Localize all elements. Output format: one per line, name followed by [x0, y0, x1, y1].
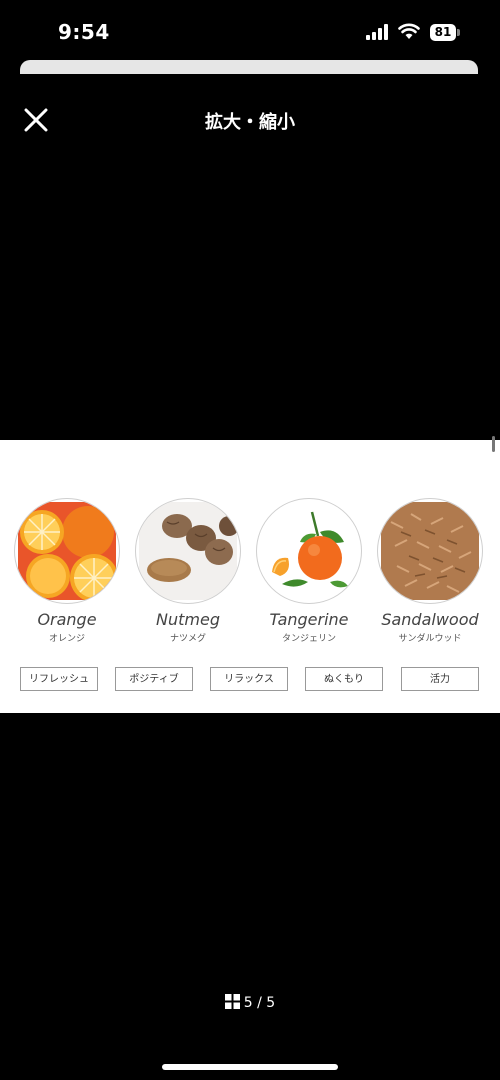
page-counter-text: 5 / 5: [243, 995, 276, 1011]
sheet-top-edge: [20, 60, 478, 74]
tag-warmth: ぬくもり: [305, 667, 383, 691]
nutmeg-icon: [135, 498, 241, 604]
scrollbar[interactable]: [492, 436, 495, 452]
page-counter[interactable]: 5 / 5: [0, 994, 500, 1011]
orange-icon: [14, 498, 120, 604]
status-time: 9:54: [58, 20, 110, 44]
home-indicator[interactable]: [162, 1064, 338, 1070]
grid-icon: [224, 994, 240, 1009]
ingredient-kana: サンダルウッド: [398, 634, 462, 644]
tag-vitality: 活力: [401, 667, 479, 691]
wifi-icon: [398, 23, 420, 39]
tag-positive: ポジティブ: [115, 667, 193, 691]
ingredient-sandalwood: Sandalwood サンダルウッド: [375, 498, 485, 644]
tag-relax: リラックス: [210, 667, 288, 691]
page-title: 拡大・縮小: [205, 112, 295, 133]
ingredient-kana: ナツメグ: [169, 634, 206, 644]
sandalwood-icon: [377, 498, 483, 604]
battery-level: 81: [430, 24, 456, 41]
ingredient-name: Tangerine: [269, 610, 349, 629]
ingredient-kana: オレンジ: [48, 634, 85, 644]
ingredient-name: Sandalwood: [381, 610, 479, 629]
ingredient-kana: タンジェリン: [281, 634, 336, 644]
tangerine-icon: [256, 498, 362, 604]
battery-icon: 81: [430, 24, 460, 41]
ingredient-name: Nutmeg: [156, 610, 220, 629]
tag-refresh: リフレッシュ: [20, 667, 98, 691]
zoomable-image[interactable]: Orange オレンジ Nutmeg ナツメグ Tangerine タンジェリン…: [0, 440, 500, 713]
status-bar: 9:54 81: [0, 0, 500, 60]
ingredient-name: Orange: [37, 610, 97, 629]
ingredient-orange: Orange オレンジ: [12, 498, 122, 644]
cellular-signal-icon: [366, 24, 388, 40]
ingredient-nutmeg: Nutmeg ナツメグ: [133, 498, 243, 644]
ingredient-tangerine: Tangerine タンジェリン: [254, 498, 364, 644]
